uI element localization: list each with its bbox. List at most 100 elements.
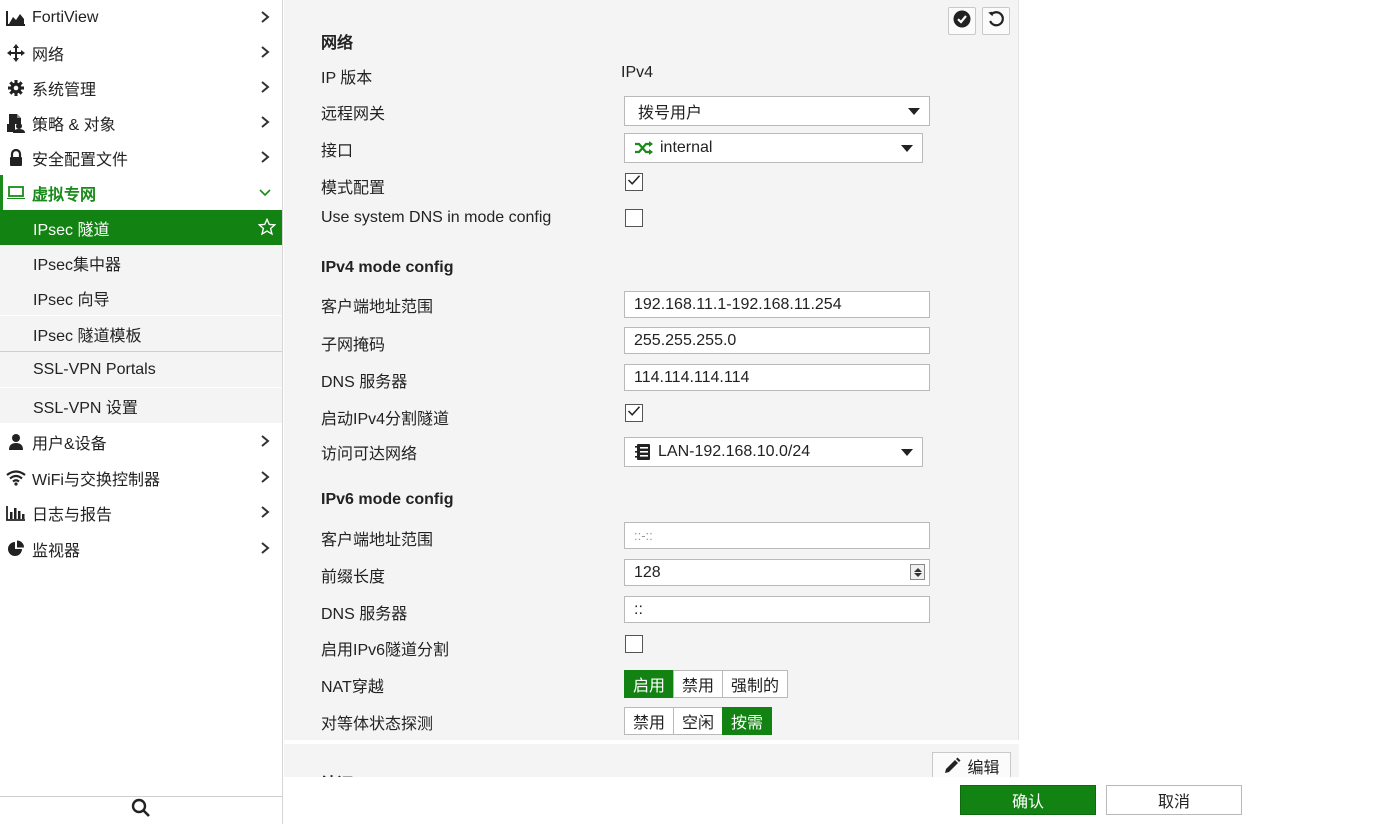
lock-icon <box>6 148 26 168</box>
select-value: internal <box>660 139 713 156</box>
ipv6-dns-label: DNS 服务器 <box>321 606 408 623</box>
nav-item-monitor[interactable]: 监视器 <box>0 531 282 566</box>
ipv4-access-label: 访问可达网络 <box>321 446 418 463</box>
document-user-icon <box>6 113 26 133</box>
bar-chart-icon <box>6 503 26 523</box>
sidebar-item-ipsec-tunnels[interactable]: IPsec 隧道 <box>0 210 282 245</box>
ipv4-range-input[interactable] <box>624 291 930 318</box>
sidebar-item-ipsec-templates[interactable]: IPsec 隧道模板 <box>0 316 282 351</box>
ipv6-split-checkbox[interactable] <box>625 635 643 653</box>
section-ipv4-title: IPv4 mode config <box>321 259 454 276</box>
nat-traversal-label: NAT穿越 <box>321 679 384 696</box>
nav-item-user-device[interactable]: 用户&设备 <box>0 424 282 459</box>
ipv6-prefix-label: 前缀长度 <box>321 569 386 586</box>
nat-option-forced[interactable]: 强制的 <box>722 670 789 698</box>
ipv4-split-checkbox[interactable] <box>625 404 643 422</box>
ok-button[interactable]: 确认 <box>960 785 1096 815</box>
sub-label: IPsec集中器 <box>33 256 122 274</box>
dpd-option-on-demand[interactable]: 按需 <box>722 707 773 735</box>
select-value: LAN-192.168.10.0/24 <box>658 443 811 460</box>
nav-item-policy[interactable]: 策略 & 对象 <box>0 105 282 140</box>
checkmark-icon <box>627 404 641 422</box>
number-stepper[interactable] <box>910 564 925 580</box>
chevron-right-icon <box>258 44 272 60</box>
move-arrows-icon <box>6 43 26 63</box>
mode-config-checkbox[interactable] <box>625 173 643 191</box>
sidebar-item-ipsec-wizard[interactable]: IPsec 向导 <box>0 280 282 315</box>
ipv6-prefix-wrap <box>624 559 930 586</box>
nav-label: 安全配置文件 <box>32 151 129 169</box>
cancel-button[interactable]: 取消 <box>1106 785 1242 815</box>
sidebar-item-ipsec-concentrator[interactable]: IPsec集中器 <box>0 245 282 280</box>
ip-version-label: IP 版本 <box>321 70 373 87</box>
chevron-right-icon <box>258 433 272 449</box>
nav-label: 虚拟专网 <box>32 186 97 204</box>
remote-gateway-label: 远程网关 <box>321 106 386 123</box>
dpd-option-idle[interactable]: 空闲 <box>673 707 724 735</box>
ipv4-dns-input[interactable] <box>624 364 930 391</box>
nat-option-enable[interactable]: 启用 <box>624 670 675 698</box>
dpd-toggle: 禁用 空闲 按需 <box>624 707 773 735</box>
section-ipv6-title: IPv6 mode config <box>321 491 454 508</box>
ipv4-dns-label: DNS 服务器 <box>321 374 408 391</box>
interface-select[interactable]: internal <box>624 133 923 163</box>
nav-label: 策略 & 对象 <box>32 116 116 134</box>
chevron-right-icon <box>258 469 272 485</box>
system-dns-label: Use system DNS in mode config <box>321 209 552 226</box>
sidebar-item-ssl-vpn-portals[interactable]: SSL-VPN Portals <box>0 352 282 387</box>
sub-label: IPsec 隧道模板 <box>33 327 142 345</box>
ipv4-netmask-input[interactable] <box>624 327 930 354</box>
sub-label: IPsec 隧道 <box>33 221 110 239</box>
sub-label: SSL-VPN 设置 <box>33 399 138 417</box>
save-check-button[interactable] <box>948 7 976 35</box>
caret-down-icon <box>901 449 913 456</box>
ip-version-value: IPv4 <box>621 64 654 81</box>
edit-label: 编辑 <box>967 760 1000 777</box>
ipv6-range-input[interactable] <box>624 522 930 549</box>
nav-item-system[interactable]: 系统管理 <box>0 70 282 105</box>
nav-label: 系统管理 <box>32 81 97 99</box>
nav-item-security-profiles[interactable]: 安全配置文件 <box>0 140 282 175</box>
ipv6-prefix-input[interactable] <box>624 559 930 586</box>
nav-item-wifi-switch[interactable]: WiFi与交换控制器 <box>0 460 282 495</box>
ipv4-access-select[interactable]: LAN-192.168.10.0/24 <box>624 437 923 467</box>
check-circle-icon <box>953 10 971 33</box>
nav-item-log-report[interactable]: 日志与报告 <box>0 495 282 530</box>
nat-option-disable[interactable]: 禁用 <box>673 670 724 698</box>
sub-label: IPsec 向导 <box>33 291 110 309</box>
checkmark-icon <box>627 173 641 191</box>
nav-item-network[interactable]: 网络 <box>0 35 282 70</box>
address-book-icon <box>634 443 652 461</box>
ipv6-dns-input[interactable] <box>624 596 930 623</box>
ipv6-split-label: 启用IPv6隧道分割 <box>321 642 450 659</box>
remote-gateway-select[interactable]: 拨号用户 <box>624 96 930 126</box>
ipv4-netmask-label: 子网掩码 <box>321 337 386 354</box>
search-icon[interactable] <box>131 798 151 823</box>
phase1-panel: 网络 IP 版本 IPv4 远程网关 拨号用户 接口 internal 模式配置… <box>284 0 1019 740</box>
nav-item-fortiview[interactable]: FortiView <box>0 0 282 35</box>
ipv4-range-label: 客户端地址范围 <box>321 299 434 316</box>
chart-area-icon <box>6 8 26 28</box>
select-value: 拨号用户 <box>638 105 703 122</box>
nav-item-vpn[interactable]: 虚拟专网 <box>0 175 282 210</box>
sidebar-item-ssl-vpn-settings[interactable]: SSL-VPN 设置 <box>0 388 282 423</box>
chevron-right-icon <box>258 540 272 556</box>
dpd-label: 对等体状态探测 <box>321 716 434 733</box>
chevron-right-icon <box>258 504 272 520</box>
interface-label: 接口 <box>321 143 354 160</box>
ipv4-split-label: 启动IPv4分割隧道 <box>321 411 450 428</box>
mode-config-label: 模式配置 <box>321 180 386 197</box>
sidebar-search[interactable] <box>0 796 282 824</box>
system-dns-checkbox[interactable] <box>625 209 643 227</box>
revert-button[interactable] <box>982 7 1010 35</box>
nav-label: 日志与报告 <box>32 506 113 524</box>
wifi-icon <box>6 468 26 488</box>
dpd-option-disable[interactable]: 禁用 <box>624 707 675 735</box>
star-icon[interactable] <box>257 217 277 241</box>
caret-down-icon <box>908 108 920 115</box>
chevron-right-icon <box>258 149 272 165</box>
nav-label: FortiView <box>32 8 99 26</box>
gear-icon <box>6 78 26 98</box>
edit-button[interactable]: 编辑 <box>932 752 1011 780</box>
sidebar: FortiView 网络 系统管理 策略 & 对象 安全配置文件 虚拟专网 IP… <box>0 0 283 824</box>
